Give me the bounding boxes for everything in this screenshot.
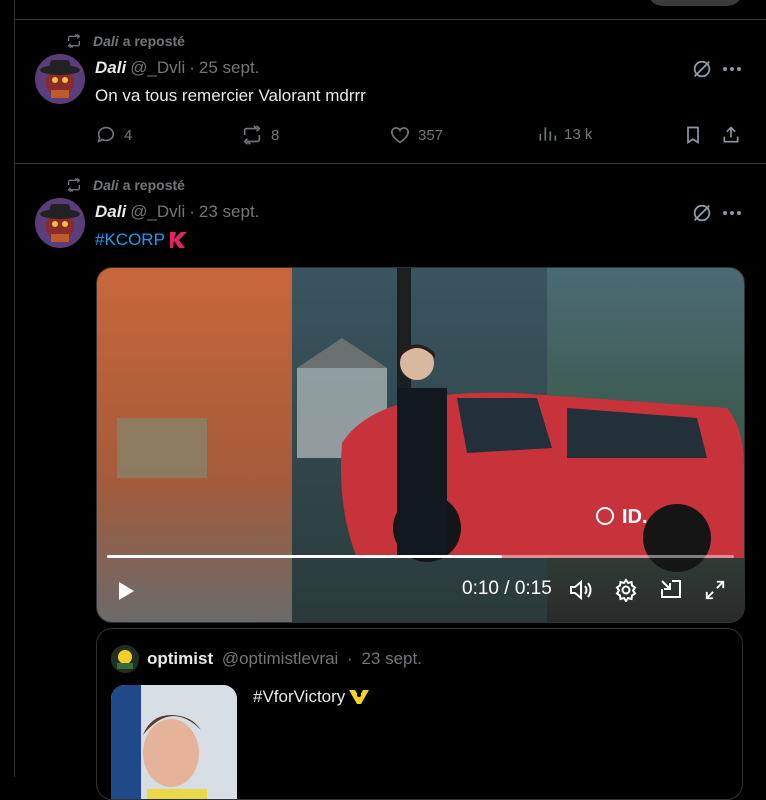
more-button[interactable] bbox=[719, 200, 745, 226]
share-icon bbox=[723, 126, 739, 143]
views-icon bbox=[539, 127, 557, 141]
fullscreen-icon bbox=[705, 580, 725, 600]
tweet-text: #KCORP bbox=[95, 230, 189, 250]
video-controls: 0:10 / 0:15 bbox=[97, 562, 744, 622]
reply-icon bbox=[97, 126, 115, 143]
settings-icon bbox=[615, 578, 637, 602]
separator-dot: · bbox=[347, 649, 353, 668]
like-icon bbox=[390, 127, 410, 144]
quote-author-handle: @optimistlevrai bbox=[221, 649, 339, 668]
video-player[interactable]: ID. 0:10 / 0:15 bbox=[96, 267, 745, 623]
play-icon bbox=[119, 582, 134, 600]
grok-button[interactable] bbox=[689, 200, 715, 226]
avatar[interactable] bbox=[35, 198, 85, 248]
author-handle[interactable]: @_Dvli bbox=[130, 202, 185, 222]
repost-icon bbox=[243, 125, 261, 145]
quote-media-thumbnail bbox=[111, 685, 237, 799]
fullscreen-button[interactable] bbox=[701, 576, 729, 604]
tweet-date[interactable]: 23 sept. bbox=[199, 202, 260, 222]
tweet-actions: 4 8 357 13 k bbox=[95, 124, 757, 148]
timeline: Dali a reposté Dali @_Dvli · 25 sept. On… bbox=[14, 0, 766, 800]
repost-user[interactable]: Dali bbox=[93, 177, 119, 193]
repost-icon bbox=[67, 33, 81, 49]
repost-button[interactable]: 8 bbox=[240, 124, 279, 146]
separator-dot: · bbox=[189, 58, 195, 77]
author-name[interactable]: Dali bbox=[95, 58, 126, 78]
more-icon bbox=[723, 211, 741, 215]
tweet-text: On va tous remercier Valorant mdrrr bbox=[95, 86, 366, 105]
repost-count: 8 bbox=[271, 126, 280, 144]
reply-button[interactable]: 4 bbox=[95, 124, 132, 146]
grok-icon bbox=[693, 204, 711, 222]
like-button[interactable]: 357 bbox=[389, 124, 443, 146]
top-button[interactable] bbox=[647, 0, 743, 6]
more-button[interactable] bbox=[719, 56, 745, 82]
avatar[interactable] bbox=[35, 54, 85, 104]
share-button[interactable] bbox=[721, 124, 748, 146]
quoted-tweet[interactable]: optimist @optimistlevrai · 23 sept. #Vfo… bbox=[96, 628, 743, 800]
video-time: 0:10 / 0:15 bbox=[462, 578, 552, 599]
repost-icon bbox=[67, 177, 81, 193]
reply-count: 4 bbox=[124, 126, 133, 144]
settings-button[interactable] bbox=[612, 576, 640, 604]
tweet-header: Dali @_Dvli · 25 sept. bbox=[95, 58, 259, 78]
tweet-date[interactable]: 25 sept. bbox=[199, 58, 260, 78]
vitality-bee-icon bbox=[349, 690, 370, 704]
quote-date: 23 sept. bbox=[361, 649, 422, 668]
tweet-header: Dali @_Dvli · 23 sept. bbox=[95, 202, 259, 222]
grok-icon bbox=[693, 60, 711, 78]
repost-indicator: Dali a reposté bbox=[65, 32, 185, 50]
repost-indicator: Dali a reposté bbox=[65, 176, 185, 194]
author-name[interactable]: Dali bbox=[95, 202, 126, 222]
grok-button[interactable] bbox=[689, 56, 715, 82]
video-progress-bar[interactable] bbox=[107, 555, 734, 558]
volume-icon bbox=[570, 579, 592, 601]
tweet[interactable]: Dali a reposté Dali @_Dvli · 23 sept. #K… bbox=[15, 164, 766, 800]
views-count: 13 k bbox=[564, 125, 593, 143]
hashtag-link[interactable]: #KCORP bbox=[95, 230, 165, 250]
quote-hashtag[interactable]: #VforVictory bbox=[253, 687, 345, 707]
author-handle[interactable]: @_Dvli bbox=[130, 58, 185, 78]
svg-text:ID.: ID. bbox=[622, 506, 648, 528]
more-icon bbox=[723, 67, 741, 71]
quote-author-name: optimist bbox=[147, 649, 214, 668]
volume-button[interactable] bbox=[567, 576, 595, 604]
quote-avatar bbox=[111, 645, 139, 673]
pip-icon bbox=[661, 580, 681, 598]
kcorp-logo-icon bbox=[169, 232, 187, 248]
bookmark-icon bbox=[687, 126, 699, 145]
repost-user[interactable]: Dali bbox=[93, 33, 119, 49]
quote-text: #VforVictory bbox=[253, 687, 371, 707]
video-progress-fill bbox=[107, 555, 502, 558]
play-button[interactable] bbox=[113, 578, 139, 604]
repost-suffix: a reposté bbox=[122, 33, 185, 49]
like-count: 357 bbox=[418, 126, 444, 144]
repost-suffix: a reposté bbox=[122, 177, 185, 193]
separator-dot: · bbox=[189, 202, 195, 221]
bookmark-button[interactable] bbox=[683, 124, 710, 146]
views-button[interactable]: 13 k bbox=[537, 124, 592, 144]
pip-button[interactable] bbox=[657, 576, 685, 604]
quote-header: optimist @optimistlevrai · 23 sept. bbox=[147, 649, 422, 669]
tweet[interactable]: Dali a reposté Dali @_Dvli · 25 sept. On… bbox=[15, 20, 766, 164]
